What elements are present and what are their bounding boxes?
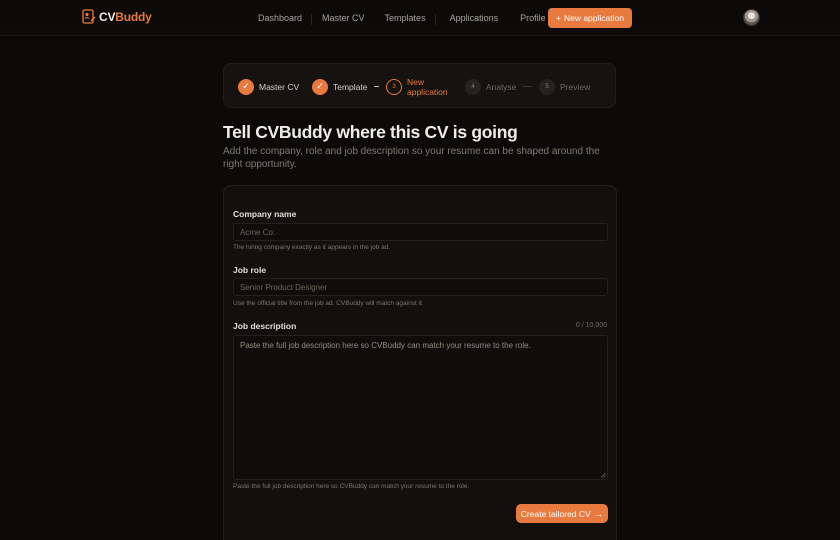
brand-name-part2: Buddy [115, 10, 152, 24]
step-template[interactable]: ✓ Template [312, 64, 368, 109]
step-number: 4 [465, 78, 481, 95]
character-counter: 0 / 10,000 [575, 322, 607, 329]
job-description-help: Paste the full job description here so C… [233, 483, 470, 490]
nav-link-dashboard[interactable]: Dashboard [248, 13, 313, 25]
step-connector [522, 86, 532, 87]
company-name-help: The hiring company exactly as it appears… [233, 244, 391, 251]
brand-name: CVBuddy [99, 10, 152, 24]
nav-links: Dashboard Master CV Templates Applicatio… [248, 0, 556, 36]
step-analyse[interactable]: 4 Analyse [465, 64, 516, 109]
step-connector [374, 86, 379, 87]
step-label: Preview [560, 81, 591, 92]
job-description-textarea[interactable] [233, 335, 608, 480]
resize-handle-icon[interactable] [600, 472, 606, 478]
nav-link-templates[interactable]: Templates [375, 13, 436, 25]
step-label: New application [407, 76, 448, 97]
new-application-label: New application [563, 13, 624, 23]
checkmark-icon: ✓ [238, 78, 254, 95]
step-number: 3 [386, 78, 402, 95]
application-form: Company name The hiring company exactly … [223, 185, 617, 540]
company-name-label: Company name [233, 209, 297, 219]
brand-logo[interactable]: CVBuddy [82, 9, 152, 25]
new-application-button[interactable]: + New application [548, 8, 632, 28]
plus-icon: + [556, 13, 561, 23]
step-preview[interactable]: 5 Preview [539, 64, 590, 109]
page-subtitle: Add the company, role and job descriptio… [223, 146, 600, 170]
submit-label: Create tailored CV [520, 508, 591, 519]
job-role-input[interactable] [233, 278, 608, 296]
nav-link-applications[interactable]: Applications [440, 13, 509, 23]
step-new-application[interactable]: 3 New application [386, 64, 453, 109]
job-role-help: Use the official title from the job ad. … [233, 300, 424, 307]
step-master-cv[interactable]: ✓ Master CV [238, 64, 299, 109]
cv-document-icon [82, 9, 96, 24]
arrow-right-icon: → [594, 508, 604, 519]
create-tailored-cv-button[interactable]: Create tailored CV → [516, 504, 608, 523]
progress-stepper: ✓ Master CV ✓ Template 3 New application… [223, 63, 616, 108]
checkmark-icon: ✓ [312, 78, 328, 95]
page-title: Tell CVBuddy where this CV is going [223, 122, 518, 142]
step-label: Master CV [259, 81, 300, 92]
step-number: 5 [539, 78, 555, 95]
company-name-input[interactable] [233, 223, 608, 241]
step-label: Template [333, 81, 368, 92]
top-nav: CVBuddy Dashboard Master CV Templates Ap… [0, 0, 840, 36]
nav-link-master-cv[interactable]: Master CV [312, 13, 375, 23]
job-role-label: Job role [233, 265, 267, 275]
user-avatar[interactable] [743, 9, 760, 26]
brand-name-part1: CV [99, 10, 116, 24]
step-label: Analyse [486, 81, 517, 92]
job-description-label: Job description [233, 321, 297, 331]
